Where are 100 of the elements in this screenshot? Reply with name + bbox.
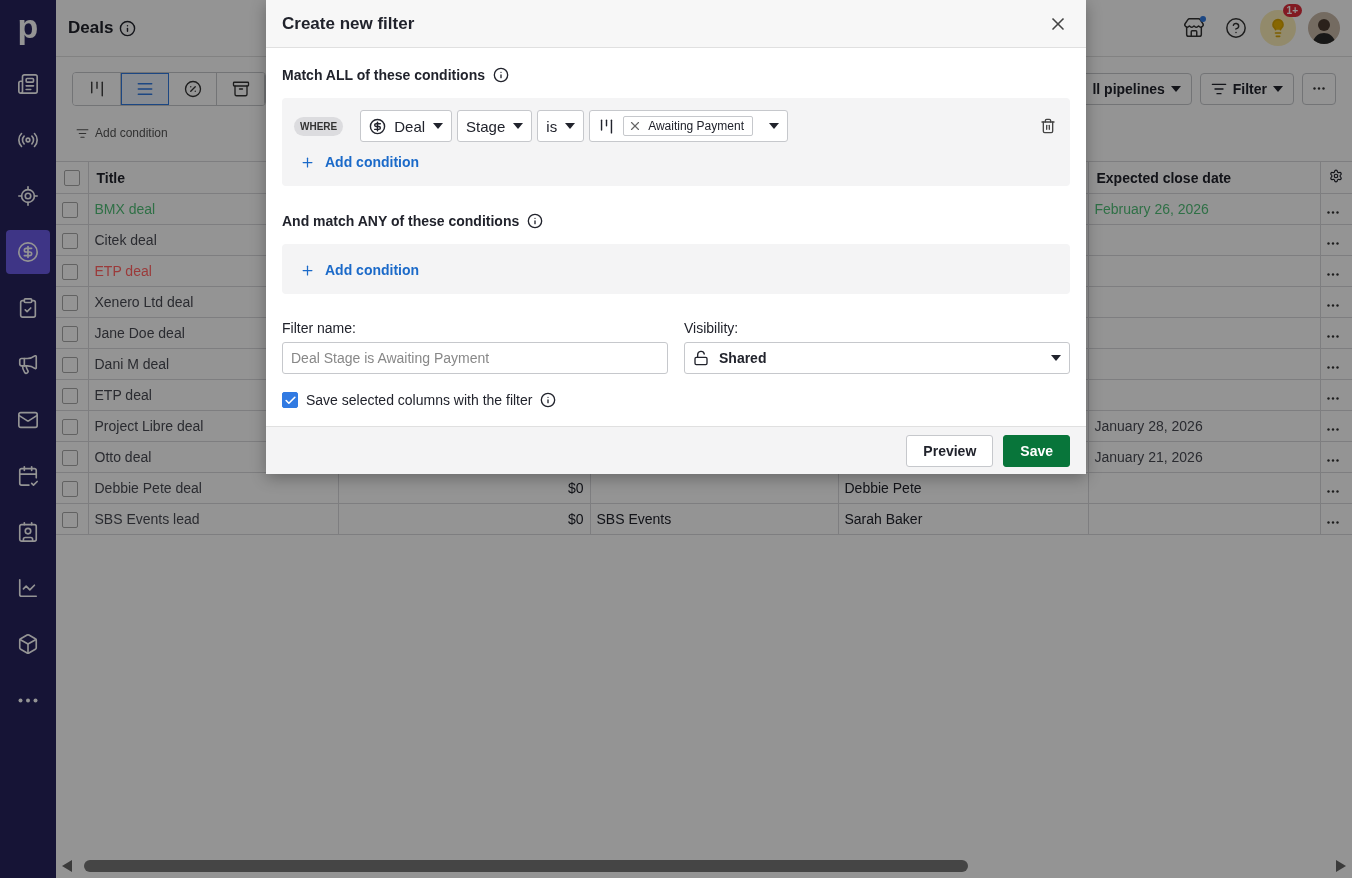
box-icon (17, 633, 39, 655)
deal-title[interactable]: Dani M deal (94, 356, 170, 372)
deal-title[interactable]: ETP deal (94, 387, 152, 403)
list-view-button[interactable] (121, 72, 169, 105)
row-checkbox[interactable] (62, 418, 78, 435)
more-icon[interactable] (1313, 87, 1325, 90)
dialog-title: Create new filter (282, 13, 415, 34)
row-menu-icon[interactable] (1326, 490, 1339, 493)
field-label: Filter name: (282, 320, 357, 336)
row-checkbox[interactable] (62, 232, 78, 249)
page-title: Deals (68, 18, 114, 38)
mail-icon (17, 409, 39, 431)
target-icon (17, 185, 39, 207)
sidebar-item[interactable] (6, 230, 50, 274)
check-icon (283, 393, 297, 407)
field-dropdown[interactable]: Stage (457, 110, 533, 142)
add-condition-button[interactable]: Add condition (76, 126, 168, 140)
plus-icon (300, 262, 315, 278)
row-checkbox[interactable] (62, 294, 78, 311)
row-menu-icon[interactable] (1326, 273, 1339, 276)
info-icon[interactable] (527, 213, 544, 229)
deal-title[interactable]: Otto deal (94, 449, 152, 465)
settings-icon[interactable] (1328, 169, 1343, 183)
row-checkbox[interactable] (62, 263, 78, 280)
table-cell: Debbie Pete (844, 480, 922, 496)
caret-icon (433, 123, 444, 129)
value-dropdown[interactable]: Awaiting Payment (589, 110, 788, 142)
document-icon (17, 73, 39, 95)
row-checkbox[interactable] (62, 480, 78, 497)
checkbox-label: Save selected columns with the filter (306, 392, 533, 408)
add-condition-button[interactable]: Add condition (294, 256, 426, 282)
row-menu-icon[interactable] (1326, 397, 1339, 400)
deal-title[interactable]: Xenero Ltd deal (94, 294, 194, 310)
contact-card-icon (17, 521, 39, 543)
table-cell: February 26, 2026 (1094, 201, 1209, 217)
row-checkbox[interactable] (62, 449, 78, 466)
caret-icon (513, 123, 524, 129)
filter-icon (76, 126, 89, 140)
user-avatar[interactable] (1308, 12, 1340, 44)
row-menu-icon[interactable] (1326, 428, 1339, 431)
section-heading: Match ALL of these conditions (282, 67, 485, 83)
row-checkbox[interactable] (62, 325, 78, 342)
caret-icon (1273, 85, 1283, 92)
caret-icon (1051, 355, 1061, 361)
pipeline-view-button[interactable] (73, 72, 121, 105)
row-menu-icon[interactable] (1326, 211, 1339, 214)
row-menu-icon[interactable] (1326, 459, 1339, 462)
row-menu-icon[interactable] (1326, 366, 1339, 369)
table-cell: Sarah Baker (844, 511, 923, 527)
operator-dropdown[interactable]: is (537, 110, 585, 142)
field-label: Visibility: (684, 320, 740, 336)
section-heading: And match ANY of these conditions (282, 213, 520, 229)
preview-button[interactable]: Preview (906, 434, 994, 467)
table-cell: January 21, 2026 (1094, 449, 1203, 465)
more-icon[interactable] (18, 697, 38, 703)
object-dropdown[interactable]: Deal (360, 110, 453, 142)
row-menu-icon[interactable] (1326, 304, 1339, 307)
row-checkbox[interactable] (62, 511, 78, 528)
filter-button[interactable]: Filter (1199, 72, 1294, 105)
megaphone-icon (17, 353, 39, 375)
deal-title[interactable]: Jane Doe deal (94, 325, 185, 341)
caret-icon (1170, 85, 1181, 92)
app-logo[interactable]: p (17, 6, 39, 50)
column-header[interactable]: Expected close date (1088, 161, 1320, 194)
table-cell: January 28, 2026 (1094, 418, 1203, 434)
plus-icon (300, 154, 315, 170)
row-checkbox[interactable] (62, 356, 78, 373)
row-menu-icon[interactable] (1326, 521, 1339, 524)
row-menu-icon[interactable] (1326, 242, 1339, 245)
archive-icon (231, 79, 250, 98)
table-cell: $0 (567, 511, 584, 527)
notification-dot (1200, 16, 1206, 22)
table-cell: SBS Events (596, 511, 672, 527)
row-checkbox[interactable] (62, 201, 78, 218)
info-icon[interactable] (540, 392, 557, 408)
line-chart-icon (17, 577, 39, 599)
trash-icon (1040, 118, 1056, 134)
caret-icon (769, 123, 779, 129)
deal-title[interactable]: Citek deal (94, 232, 157, 248)
save-columns-checkbox[interactable] (282, 392, 298, 408)
help-icon (1225, 17, 1247, 39)
caret-icon (565, 123, 576, 129)
store-icon (1183, 17, 1205, 39)
stage-chip[interactable]: Awaiting Payment (623, 116, 753, 136)
dollar-icon (17, 241, 39, 263)
clipboard-check-icon (17, 297, 39, 319)
notification-badge: 1+ (1282, 4, 1302, 17)
info-icon[interactable] (119, 19, 137, 37)
unlocked-icon (693, 350, 709, 366)
dollar-icon (369, 117, 387, 135)
calendar-icon (17, 465, 39, 487)
row-checkbox[interactable] (62, 387, 78, 404)
filter-name-field[interactable]: Deal Stage is Awaiting Payment (282, 342, 668, 374)
visibility-dropdown[interactable]: Shared (684, 342, 1070, 374)
select-all-checkbox[interactable] (64, 170, 80, 187)
info-icon[interactable] (493, 67, 509, 83)
row-menu-icon[interactable] (1326, 335, 1339, 338)
where-label: WHERE (294, 116, 344, 136)
save-button[interactable]: Save (1003, 434, 1070, 467)
table-cell: $0 (567, 480, 584, 496)
